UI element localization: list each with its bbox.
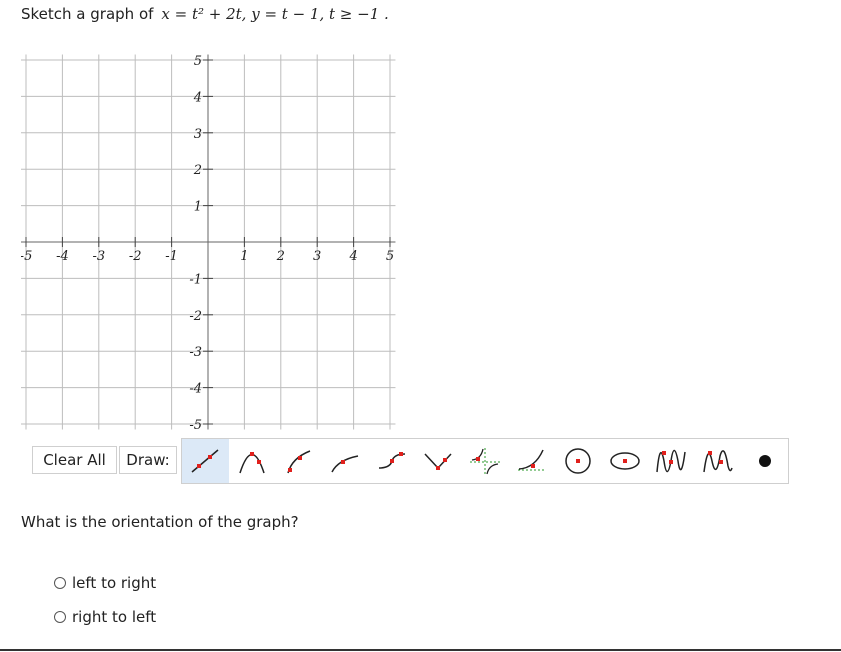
- radio-left-to-right[interactable]: left to right: [54, 574, 156, 592]
- x-tick-label: -2: [129, 249, 142, 264]
- circle-tool-button[interactable]: [555, 439, 602, 483]
- y-tick-label: 2: [193, 163, 202, 178]
- y-tick-label: -4: [189, 382, 202, 397]
- orientation-question: What is the orientation of the graph?: [21, 513, 299, 531]
- x-tick-label: 5: [386, 249, 394, 264]
- y-tick-label: 1: [194, 200, 202, 215]
- x-tick-label: 2: [276, 249, 285, 264]
- exponential-tool-button[interactable]: [508, 439, 555, 483]
- x-tick-label: 4: [348, 249, 357, 264]
- sqrt-tool-icon: [286, 450, 310, 474]
- sine-tool-icon: [656, 449, 687, 473]
- y-tick-label: 5: [194, 54, 202, 69]
- y-tick-label: -1: [189, 272, 202, 287]
- cubic-tool-button[interactable]: [368, 439, 415, 483]
- cubic-tool-icon: [378, 452, 405, 469]
- draw-label: Draw:: [119, 446, 177, 474]
- parabola-tool-button[interactable]: [229, 439, 276, 483]
- clear-all-button[interactable]: Clear All: [32, 446, 117, 474]
- cosine-tool-icon: [703, 450, 733, 473]
- x-tick-label: -5: [21, 249, 32, 264]
- y-tick-label: -5: [189, 418, 202, 430]
- point-tool-button[interactable]: [741, 439, 788, 483]
- ellipse-tool-button[interactable]: [601, 439, 648, 483]
- graph-svg[interactable]: -5 -4 -3 -2 -1 1 2 3 4 5 5 4 3 2 1 -1 -2 -3 -4 -5: [20, 52, 401, 433]
- sqrt-tool-button[interactable]: [275, 439, 322, 483]
- axes: [20, 54, 396, 430]
- question-equation: x = t² + 2t, y = t − 1, t ≥ −1 .: [161, 5, 389, 23]
- x-tick-label: -3: [92, 249, 105, 264]
- exponential-tool-icon: [517, 449, 546, 471]
- ellipse-tool-icon: [610, 452, 640, 470]
- x-tick-label: 1: [240, 249, 248, 264]
- x-tick-label: -1: [165, 249, 178, 264]
- absolute-value-tool-button[interactable]: [415, 439, 462, 483]
- rational-tool-button[interactable]: [462, 439, 509, 483]
- log-tool-icon: [331, 455, 359, 473]
- y-tick-label: -3: [189, 345, 202, 360]
- cosine-tool-button[interactable]: [695, 439, 742, 483]
- bottom-divider: [0, 649, 841, 651]
- sine-tool-button[interactable]: [648, 439, 695, 483]
- y-tick-label: 4: [193, 90, 202, 105]
- y-tick-label: 3: [194, 127, 202, 142]
- radio-label: right to left: [72, 608, 157, 626]
- x-tick-label: -4: [56, 249, 69, 264]
- graph-canvas[interactable]: -5 -4 -3 -2 -1 1 2 3 4 5 5 4 3 2 1 -1 -2 -3 -4 -5: [20, 52, 401, 434]
- radio-right-to-left[interactable]: right to left: [54, 608, 156, 626]
- absolute-value-tool-icon: [424, 453, 452, 470]
- x-tick-label: 3: [313, 249, 321, 264]
- log-tool-button[interactable]: [322, 439, 369, 483]
- parabola-tool-icon: [239, 452, 265, 474]
- question-text: Sketch a graph of x = t² + 2t, y = t − 1,…: [21, 5, 389, 23]
- radio-label: left to right: [72, 574, 157, 592]
- rational-tool-icon: [469, 448, 500, 475]
- circle-tool-icon: [565, 448, 591, 474]
- drawing-tool-strip: [181, 438, 789, 484]
- point-tool-icon: [758, 455, 771, 467]
- y-tick-label: -2: [189, 309, 202, 324]
- line-tool-icon: [191, 449, 219, 473]
- radio-button[interactable]: [54, 577, 66, 589]
- radio-button[interactable]: [54, 611, 66, 623]
- line-tool-button[interactable]: [182, 439, 229, 483]
- question-prefix: Sketch a graph of: [21, 5, 154, 23]
